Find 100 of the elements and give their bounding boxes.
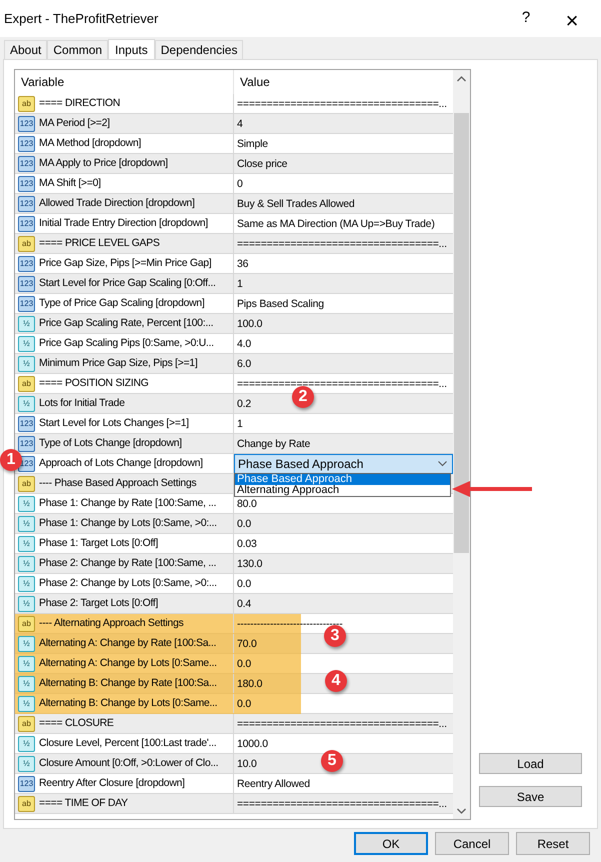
- value-text: ==================================...: [236, 238, 447, 250]
- variable-name: Allowed Trade Direction [dropdown]: [39, 196, 195, 211]
- type-icon: 123: [18, 416, 35, 432]
- variable-name: Alternating B: Change by Lots [0:Same...: [39, 696, 218, 711]
- type-icon: 123: [18, 436, 35, 452]
- column-header[interactable]: Value: [234, 70, 454, 94]
- tab[interactable]: Common: [47, 40, 108, 59]
- type-icon: ab: [18, 476, 35, 492]
- type-icon: ½: [18, 636, 35, 652]
- variable-name: Alternating A: Change by Lots [0:Same...: [39, 656, 217, 671]
- scrollbar[interactable]: [453, 70, 470, 819]
- type-icon: 123: [18, 196, 35, 212]
- variable-name: ==== CLOSURE: [39, 716, 114, 731]
- value-text: 80.0: [236, 498, 257, 510]
- type-icon: ab: [18, 96, 35, 112]
- value-text: 1000.0: [236, 738, 268, 750]
- value-text: 10.0: [236, 758, 257, 770]
- value-text: 1: [236, 418, 243, 430]
- variable-name: Closure Level, Percent [100:Last trade'...: [39, 736, 216, 751]
- arrow-icon: [452, 480, 532, 498]
- type-icon: ½: [18, 336, 35, 352]
- dialog-button[interactable]: Cancel: [435, 832, 509, 855]
- tab[interactable]: Inputs: [108, 39, 155, 60]
- variable-name: Start Level for Lots Changes [>=1]: [39, 416, 189, 431]
- value-text: Simple: [236, 138, 268, 150]
- value-text: 0.0: [236, 578, 251, 590]
- type-icon: ½: [18, 556, 35, 572]
- type-icon: ½: [18, 696, 35, 712]
- variable-name: Phase 2: Change by Rate [100:Same, ...: [39, 556, 216, 571]
- type-icon: 123: [18, 296, 35, 312]
- value-text: 130.0: [236, 558, 262, 570]
- dropdown-field[interactable]: Phase Based Approach: [234, 454, 453, 474]
- value-text: Buy & Sell Trades Allowed: [236, 198, 355, 210]
- side-button[interactable]: Save: [479, 786, 582, 807]
- type-icon: ½: [18, 536, 35, 552]
- variable-name: Alternating B: Change by Rate [100:Sa...: [39, 676, 217, 691]
- type-icon: ab: [18, 796, 35, 812]
- variable-name: ==== DIRECTION: [39, 96, 120, 111]
- value-text: 0.4: [236, 598, 251, 610]
- value-text: Change by Rate: [236, 438, 310, 450]
- value-text: Same as MA Direction (MA Up=>Buy Trade): [236, 218, 435, 230]
- scrollbar-thumb[interactable]: [454, 113, 469, 553]
- variable-name: MA Shift [>=0]: [39, 176, 101, 191]
- dialog-button[interactable]: Reset: [516, 832, 590, 855]
- variable-name: Price Gap Size, Pips [>=Min Price Gap]: [39, 256, 212, 271]
- tab[interactable]: Dependencies: [154, 40, 244, 59]
- variable-name: Closure Amount [0:Off, >0:Lower of Clo...: [39, 756, 218, 771]
- type-icon: ab: [18, 236, 35, 252]
- type-icon: ½: [18, 356, 35, 372]
- tab[interactable]: About: [4, 40, 48, 59]
- type-icon: 123: [18, 156, 35, 172]
- variable-name: Start Level for Price Gap Scaling [0:Off...: [39, 276, 216, 291]
- type-icon: ab: [18, 376, 35, 392]
- variable-name: Reentry After Closure [dropdown]: [39, 776, 185, 791]
- type-icon: ab: [18, 616, 35, 632]
- type-icon: 123: [18, 776, 35, 792]
- value-text: 6.0: [236, 358, 251, 370]
- variable-name: Approach of Lots Change [dropdown]: [39, 456, 203, 471]
- scroll-down-icon[interactable]: [457, 808, 466, 814]
- variable-name: Alternating A: Change by Rate [100:Sa...: [39, 636, 216, 651]
- side-button[interactable]: Load: [479, 753, 582, 774]
- value-text: ==================================...: [236, 98, 447, 110]
- type-icon: ½: [18, 596, 35, 612]
- dropdown-option[interactable]: Phase Based Approach: [235, 474, 450, 485]
- variable-name: ==== PRICE LEVEL GAPS: [39, 236, 160, 251]
- type-icon: 123: [18, 276, 35, 292]
- type-icon: ½: [18, 736, 35, 752]
- type-icon: 123: [18, 176, 35, 192]
- variable-name: Phase 1: Target Lots [0:Off]: [39, 536, 158, 551]
- variable-name: Initial Trade Entry Direction [dropdown]: [39, 216, 208, 231]
- scroll-up-icon[interactable]: [457, 76, 466, 82]
- value-text: 0.2: [236, 398, 251, 410]
- value-text: 100.0: [236, 318, 262, 330]
- value-text: 70.0: [236, 638, 257, 650]
- window-title: Expert - TheProfitRetriever: [4, 10, 160, 28]
- value-text: 0.03: [236, 538, 257, 550]
- value-text: ==================================...: [236, 798, 447, 810]
- value-text: Close price: [236, 158, 288, 170]
- type-icon: ½: [18, 756, 35, 772]
- variable-name: Type of Price Gap Scaling [dropdown]: [39, 296, 204, 311]
- value-text: Pips Based Scaling: [236, 298, 324, 310]
- type-icon: ½: [18, 676, 35, 692]
- variable-name: MA Period [>=2]: [39, 116, 110, 131]
- close-button[interactable]: ×: [549, 4, 595, 34]
- value-text: 4.0: [236, 338, 251, 350]
- type-icon: 123: [18, 116, 35, 132]
- type-icon: ½: [18, 516, 35, 532]
- value-text: 0: [236, 178, 243, 190]
- variable-name: Minimum Price Gap Size, Pips [>=1]: [39, 356, 198, 371]
- variable-name: Lots for Initial Trade: [39, 396, 125, 411]
- value-text: 0.0: [236, 658, 251, 670]
- variable-name: Price Gap Scaling Rate, Percent [100:...: [39, 316, 214, 331]
- variable-name: ==== POSITION SIZING: [39, 376, 149, 391]
- type-icon: 123: [18, 256, 35, 272]
- value-text: 180.0: [236, 678, 262, 690]
- variable-name: MA Apply to Price [dropdown]: [39, 156, 168, 171]
- dialog-button[interactable]: OK: [354, 832, 428, 855]
- type-icon: ½: [18, 316, 35, 332]
- value-text: 0.0: [236, 698, 251, 710]
- help-button[interactable]: ?: [503, 4, 549, 34]
